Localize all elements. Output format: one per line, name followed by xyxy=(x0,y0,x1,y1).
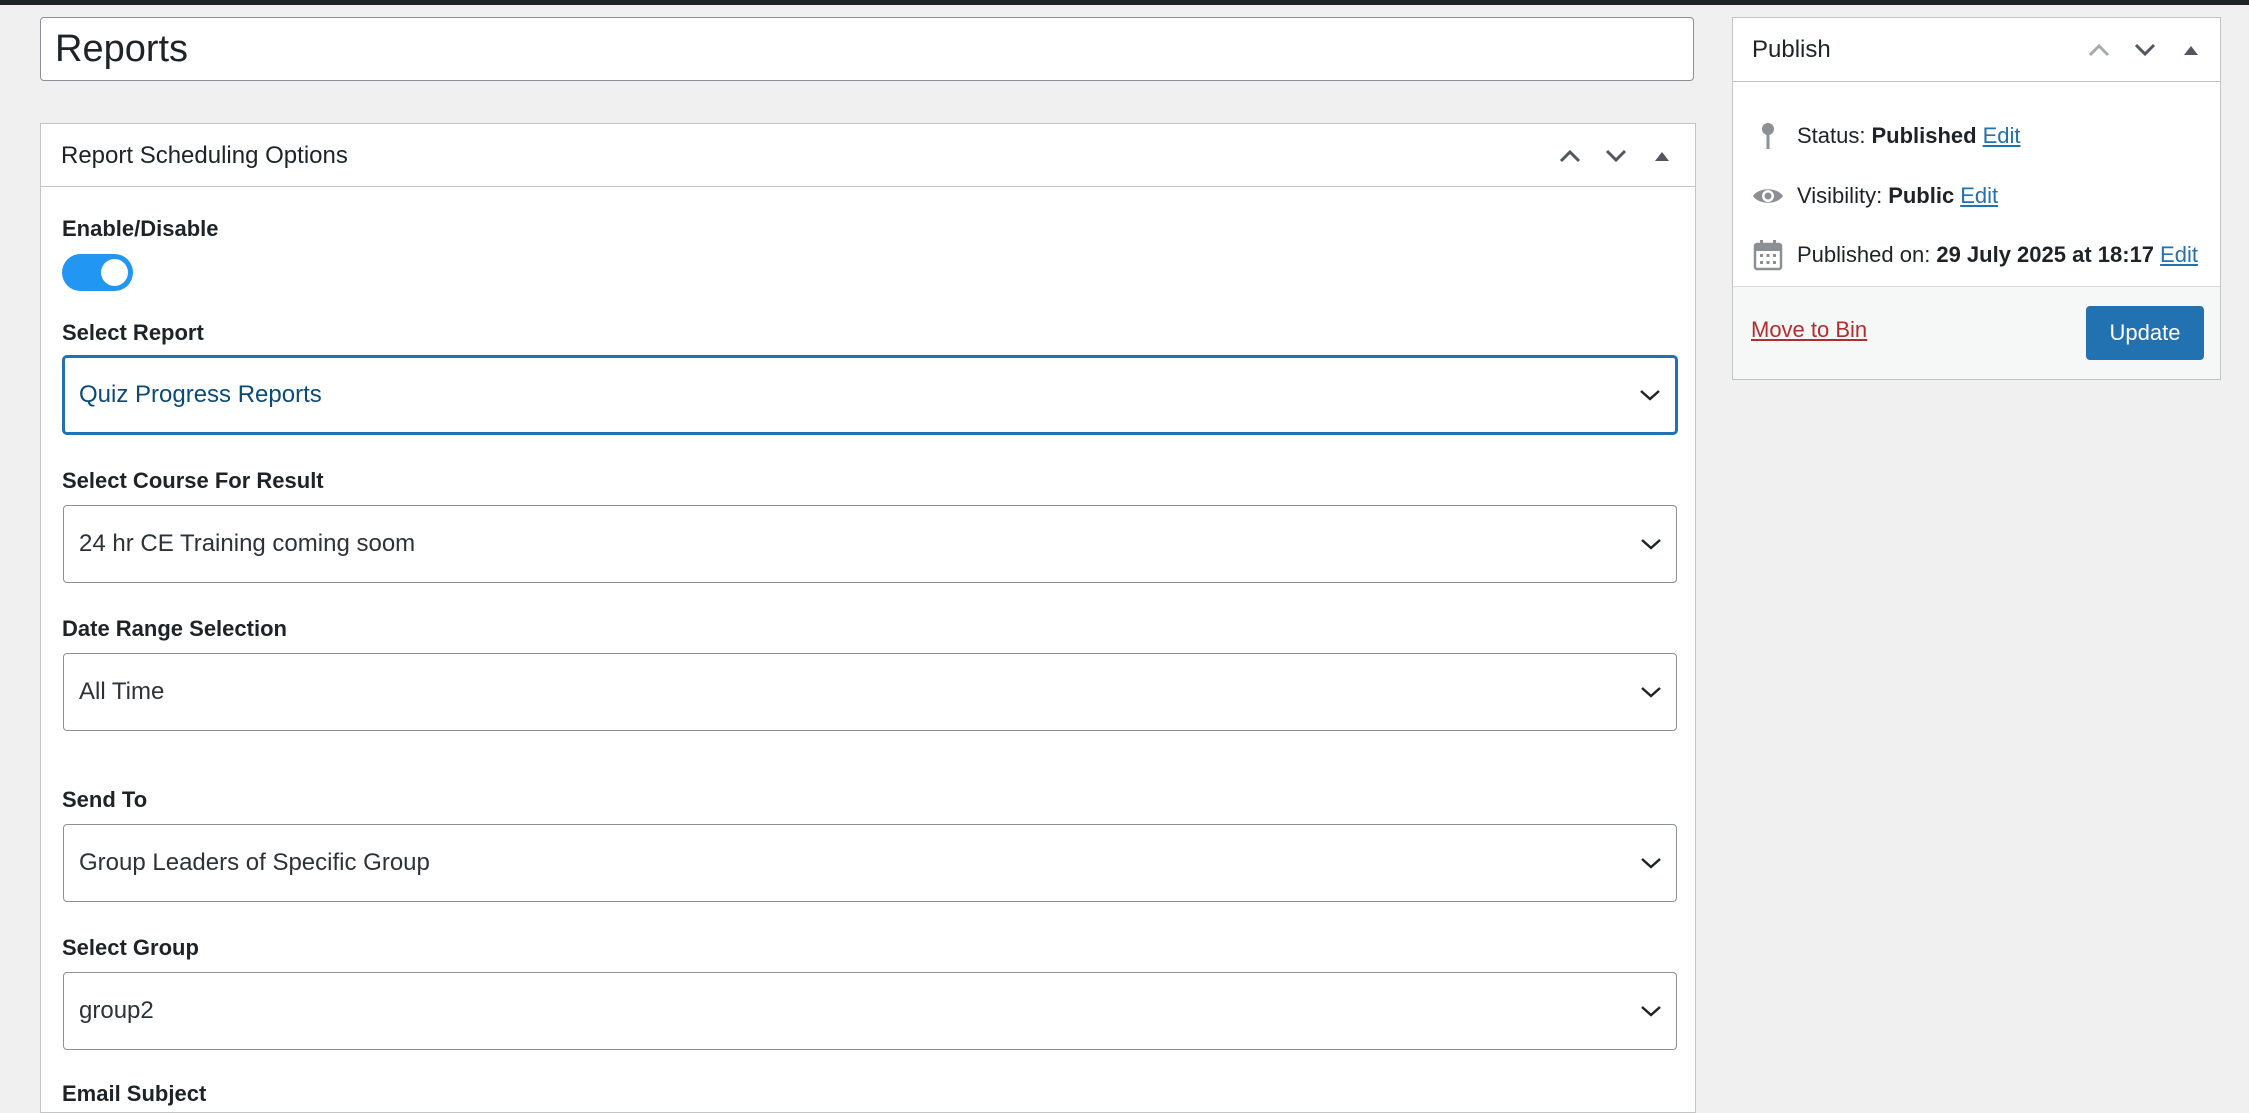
chevron-down-icon xyxy=(1640,390,1660,401)
chevron-down-icon xyxy=(2134,43,2156,57)
move-up-button[interactable] xyxy=(1547,133,1593,179)
published-on-label: Published on: xyxy=(1797,242,1931,267)
select-report-dropdown[interactable]: Quiz Progress Reports xyxy=(63,356,1677,434)
move-down-button[interactable] xyxy=(1593,133,1639,179)
chevron-down-icon xyxy=(1641,539,1661,550)
visibility-label: Visibility: xyxy=(1797,183,1883,208)
admin-top-bar xyxy=(0,0,2249,5)
status-value: Published xyxy=(1871,123,1977,148)
move-down-button[interactable] xyxy=(2122,27,2168,73)
report-scheduling-handle-actions xyxy=(1547,124,1685,187)
toggle-panel-button[interactable] xyxy=(1639,133,1685,179)
report-scheduling-title: Report Scheduling Options xyxy=(61,142,348,169)
toggle-panel-button[interactable] xyxy=(2168,27,2214,73)
eye-icon xyxy=(1752,180,1784,212)
select-course-dropdown[interactable]: 24 hr CE Training coming soom xyxy=(63,505,1677,583)
enable-disable-label: Enable/Disable xyxy=(62,216,219,241)
send-to-value: Group Leaders of Specific Group xyxy=(79,849,430,876)
select-course-value: 24 hr CE Training coming soom xyxy=(79,530,416,557)
select-report-value: Quiz Progress Reports xyxy=(79,381,322,408)
visibility-row: Visibility: Public Edit xyxy=(1752,176,1998,216)
report-scheduling-header: Report Scheduling Options xyxy=(41,124,1695,187)
chevron-down-icon xyxy=(1641,687,1661,698)
chevron-up-icon xyxy=(2088,43,2110,57)
visibility-value: Public xyxy=(1888,183,1955,208)
status-row: Status: Published Edit xyxy=(1752,116,2021,156)
chevron-up-icon xyxy=(1559,149,1581,162)
status-edit-link[interactable]: Edit xyxy=(1983,123,2021,149)
select-group-dropdown[interactable]: group2 xyxy=(63,972,1677,1050)
date-range-dropdown[interactable]: All Time xyxy=(63,653,1677,731)
publish-handle-actions xyxy=(2076,18,2214,82)
post-title-input[interactable] xyxy=(40,17,1694,81)
published-on-value: 29 July 2025 at 18:17 xyxy=(1936,242,2155,267)
pin-icon xyxy=(1752,120,1784,152)
triangle-up-icon xyxy=(1655,151,1669,161)
enable-toggle[interactable] xyxy=(62,254,133,291)
publish-header: Publish xyxy=(1733,18,2220,82)
published-on-edit-link[interactable]: Edit xyxy=(2160,242,2198,268)
visibility-edit-link[interactable]: Edit xyxy=(1960,183,1998,209)
calendar-icon xyxy=(1752,239,1784,271)
send-to-label: Send To xyxy=(62,787,148,812)
triangle-up-icon xyxy=(2184,46,2198,55)
select-group-label: Select Group xyxy=(62,935,199,960)
publish-major-actions: Move to Bin Update xyxy=(1733,286,2220,379)
report-scheduling-box: Report Scheduling Options Enable/Disable… xyxy=(40,123,1696,1113)
select-report-label: Select Report xyxy=(62,320,204,345)
select-group-value: group2 xyxy=(79,997,154,1024)
send-to-dropdown[interactable]: Group Leaders of Specific Group xyxy=(63,824,1677,902)
status-label: Status: xyxy=(1797,123,1866,148)
date-range-label: Date Range Selection xyxy=(62,616,287,641)
chevron-down-icon xyxy=(1641,858,1661,869)
move-up-button[interactable] xyxy=(2076,27,2122,73)
chevron-down-icon xyxy=(1605,149,1627,162)
update-button[interactable]: Update xyxy=(2086,306,2204,360)
select-course-label: Select Course For Result xyxy=(62,468,324,493)
publish-title: Publish xyxy=(1752,36,1831,63)
move-to-bin-link[interactable]: Move to Bin xyxy=(1751,317,1867,343)
publish-box: Publish Status: Published Edit Visibilit… xyxy=(1732,17,2221,380)
date-range-value: All Time xyxy=(79,678,165,705)
email-subject-label: Email Subject xyxy=(62,1081,207,1106)
published-on-row: Published on: 29 July 2025 at 18:17 Edit xyxy=(1752,235,2198,275)
toggle-knob xyxy=(101,259,128,286)
chevron-down-icon xyxy=(1641,1006,1661,1017)
